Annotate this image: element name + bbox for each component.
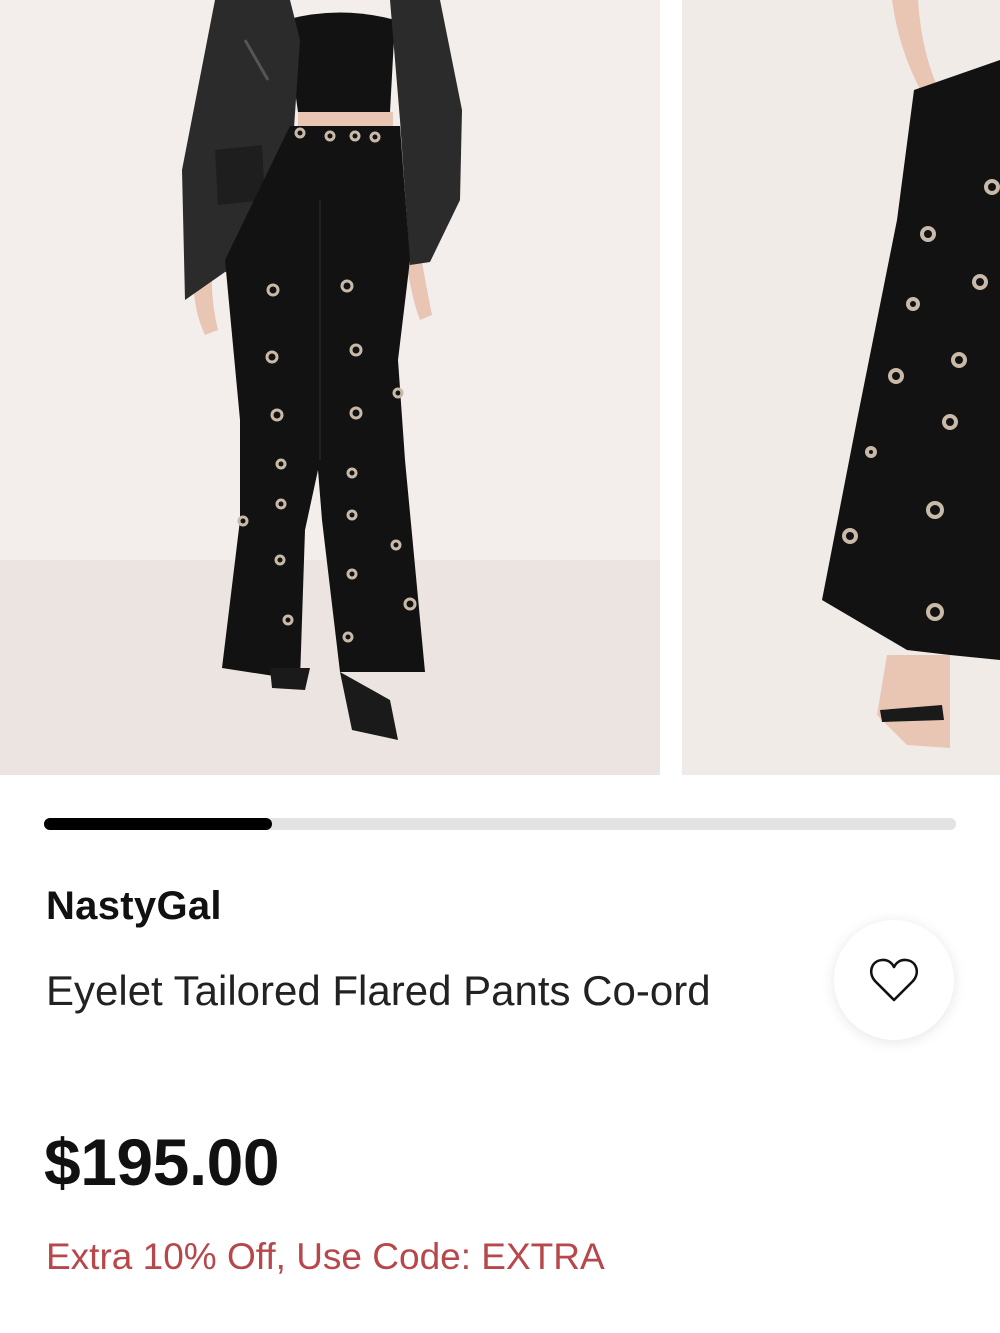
product-title: Eyelet Tailored Flared Pants Co-ord — [46, 967, 711, 1014]
product-image-carousel[interactable] — [0, 0, 1000, 775]
product-image-side[interactable] — [682, 0, 1000, 775]
brand-name[interactable]: NastyGal — [46, 884, 222, 929]
product-price: $195.00 — [44, 1125, 280, 1199]
carousel-scroll-indicator[interactable] — [44, 818, 956, 830]
model-front-illustration — [0, 0, 660, 775]
model-side-illustration — [682, 0, 1000, 775]
carousel-scroll-thumb[interactable] — [44, 818, 272, 830]
promo-message: Extra 10% Off, Use Code: EXTRA — [46, 1236, 605, 1277]
product-image-front[interactable] — [0, 0, 660, 775]
heart-outline-icon — [869, 958, 919, 1002]
wishlist-button[interactable] — [834, 920, 954, 1040]
